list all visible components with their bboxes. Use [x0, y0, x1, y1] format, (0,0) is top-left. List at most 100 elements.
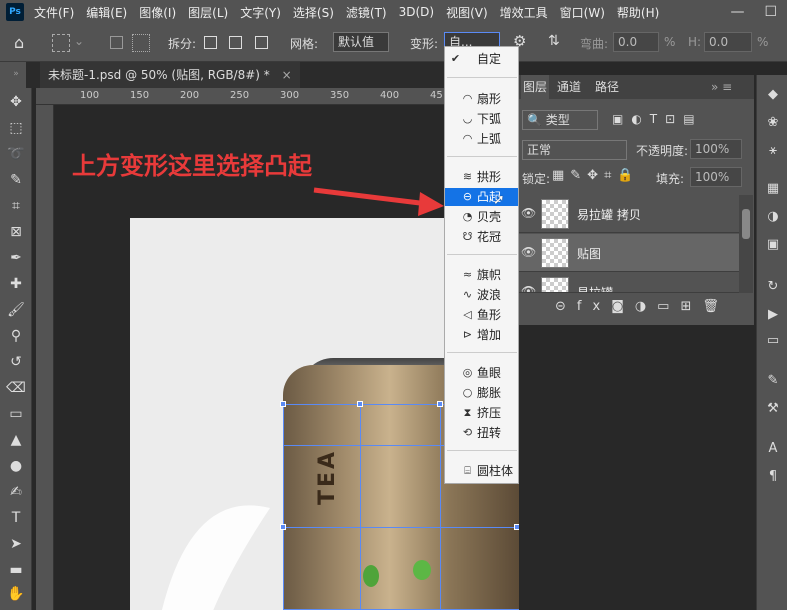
menu-select[interactable]: 选择(S) [287, 4, 340, 21]
actions-icon[interactable]: ▶ [765, 307, 781, 323]
paragraph-icon[interactable]: ¶ [765, 469, 781, 485]
frame-tool-icon[interactable]: ⊠ [6, 222, 26, 242]
panel-menu-icon[interactable]: » ≡ [711, 75, 732, 99]
warp-option-flag-crown[interactable]: ☋ 花冠 [445, 228, 518, 246]
transform-handle[interactable] [280, 401, 286, 407]
h-input[interactable]: 0.0 [704, 32, 752, 52]
folder-icon[interactable]: ▭ [657, 299, 680, 314]
fill-input[interactable]: 100% [690, 167, 742, 187]
menu-window[interactable]: 窗口(W) [554, 4, 611, 21]
maximize-icon[interactable]: ☐ [754, 4, 787, 20]
mask-icon[interactable]: ◙ [611, 299, 635, 314]
layer-filter-select[interactable]: 🔍 类型 [522, 110, 598, 130]
split-horizontal-icon[interactable] [255, 36, 268, 49]
dodge-tool-icon[interactable]: ● [6, 456, 26, 476]
layers-panel-icon[interactable]: ◆ [765, 87, 781, 103]
lasso-tool-icon[interactable]: ➰ [6, 144, 26, 164]
brushes-icon[interactable]: ✎ [765, 373, 781, 389]
comments-icon[interactable]: ▭ [765, 333, 781, 349]
warp-option-twist[interactable]: ⟲ 扭转 [445, 424, 518, 442]
warp-option-shell[interactable]: ◔ 贝壳 [445, 208, 518, 226]
menu-image[interactable]: 图像(I) [133, 4, 182, 21]
menu-plugins[interactable]: 增效工具 [494, 4, 554, 21]
chevron-down-icon[interactable]: ⌄ [74, 34, 84, 48]
warp-option-inflate[interactable]: ○ 膨胀 [445, 384, 518, 402]
warp-option-wave[interactable]: ∿ 波浪 [445, 286, 518, 304]
layer-row[interactable]: 👁 易拉罐 拷贝 [519, 195, 739, 233]
menu-layer[interactable]: 图层(L) [182, 4, 234, 21]
character-icon[interactable]: A [765, 441, 781, 457]
new-layer-icon[interactable]: ⊞ [680, 299, 702, 314]
warp-option-fisheye[interactable]: ◎ 鱼眼 [445, 364, 518, 382]
marquee-tool-icon[interactable]: ⬚ [6, 118, 26, 138]
tab-paths[interactable]: 路径 [595, 75, 619, 99]
warp-option-arch[interactable]: ≋ 拱形 [445, 168, 518, 186]
layers-scrollbar[interactable] [739, 195, 753, 293]
layer-filter-icons[interactable]: ▣◐T⊡▤ [612, 112, 703, 126]
stamp-tool-icon[interactable]: ⚲ [6, 326, 26, 346]
home-icon[interactable]: ⌂ [14, 33, 24, 52]
grid-select[interactable]: 默认值 [333, 32, 389, 52]
eye-icon[interactable]: 👁 [521, 206, 536, 220]
layer-row-selected[interactable]: 👁 贴图 [519, 234, 739, 272]
collapse-icon[interactable]: » [6, 64, 26, 84]
link-icon[interactable]: ⊝ [555, 299, 577, 314]
warp-option-bulge[interactable]: ⊖ 凸起 [445, 188, 518, 206]
split-vertical-icon[interactable] [229, 36, 242, 49]
blur-tool-icon[interactable]: ▲ [6, 430, 26, 450]
tool-presets-icon[interactable]: ⚒ [765, 401, 781, 417]
warp-option-squeeze[interactable]: ⧗ 挤压 [445, 404, 518, 422]
transform-mode-icon[interactable] [52, 34, 70, 52]
eye-icon[interactable]: 👁 [521, 284, 536, 292]
quick-select-icon[interactable]: ✎ [6, 170, 26, 190]
type-tool-icon[interactable]: T [6, 508, 26, 528]
warp-option-fish[interactable]: ◁ 鱼形 [445, 306, 518, 324]
warp-orientation-icon[interactable]: ⇅ [548, 33, 560, 49]
grid-toggle-icon[interactable] [132, 34, 150, 52]
warp-option-rise[interactable]: ⊳ 增加 [445, 326, 518, 344]
menu-3d[interactable]: 3D(D) [393, 5, 440, 19]
minimize-icon[interactable]: — [720, 4, 754, 20]
menu-type[interactable]: 文字(Y) [234, 4, 287, 21]
pen-tool-icon[interactable]: ✍ [6, 482, 26, 502]
lock-icons[interactable]: ▦✎✥⌗🔒 [552, 168, 640, 183]
path-select-icon[interactable]: ➤ [6, 534, 26, 554]
properties-icon[interactable]: ▣ [765, 237, 781, 253]
fx-icon[interactable]: fx [577, 299, 611, 314]
document-tab[interactable]: 未标题-1.psd @ 50% (贴图, RGB/8#) * × [40, 62, 300, 88]
close-icon[interactable]: × [282, 68, 292, 82]
hand-tool-icon[interactable]: ✋ [6, 584, 26, 604]
eye-icon[interactable]: 👁 [521, 245, 536, 259]
warp-option-flag[interactable]: ≈ 旗帜 [445, 266, 518, 284]
adjustment-icon[interactable]: ◑ [635, 299, 657, 314]
warp-option-fan[interactable]: ◠ 扇形 [445, 90, 518, 108]
warp-option-cylinder[interactable]: ⌸ 圆柱体 [445, 462, 518, 480]
eyedropper-icon[interactable]: ✒ [6, 248, 26, 268]
menu-filter[interactable]: 滤镜(T) [340, 4, 393, 21]
channels-panel-icon[interactable]: ❀ [765, 115, 781, 131]
paths-panel-icon[interactable]: ⚹ [765, 143, 781, 159]
menu-help[interactable]: 帮助(H) [611, 4, 665, 21]
brush-tool-icon[interactable]: 🖌 [6, 300, 26, 320]
blend-mode-select[interactable]: 正常 [522, 140, 627, 160]
split-cross-icon[interactable] [204, 36, 217, 49]
healing-brush-icon[interactable]: ✚ [6, 274, 26, 294]
adjustments-icon[interactable]: ◑ [765, 209, 781, 225]
tab-layers[interactable]: 图层 [521, 75, 550, 99]
trash-icon[interactable]: 🗑 [702, 299, 730, 314]
history-icon[interactable]: ↻ [765, 279, 781, 295]
tab-channels[interactable]: 通道 [557, 75, 581, 99]
crop-tool-icon[interactable]: ⌗ [6, 196, 26, 216]
checkbox-icon[interactable] [110, 36, 123, 49]
transform-handle[interactable] [357, 401, 363, 407]
history-brush-icon[interactable]: ↺ [6, 352, 26, 372]
transform-handle[interactable] [437, 401, 443, 407]
rectangle-tool-icon[interactable]: ▬ [6, 560, 26, 580]
warp-option-arc-lower[interactable]: ◡ 下弧 [445, 110, 518, 128]
bend-input[interactable]: 0.0 [613, 32, 659, 52]
menu-edit[interactable]: 编辑(E) [80, 4, 133, 21]
histogram-icon[interactable]: ▦ [765, 181, 781, 197]
warp-option-arc-upper[interactable]: ◠ 上弧 [445, 130, 518, 148]
menu-file[interactable]: 文件(F) [28, 4, 80, 21]
opacity-input[interactable]: 100% [690, 139, 742, 159]
